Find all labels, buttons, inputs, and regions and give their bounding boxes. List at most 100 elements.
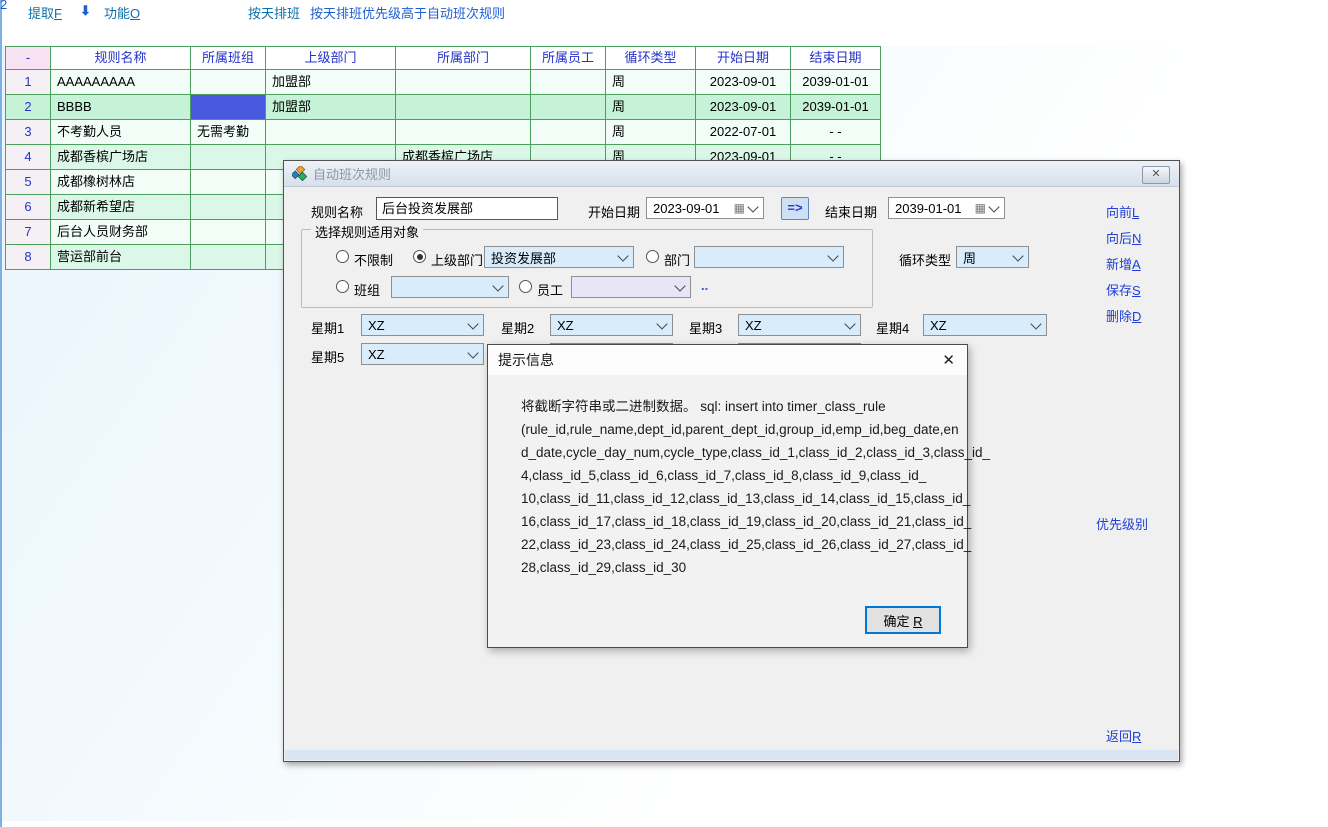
chevron-down-icon <box>617 250 628 261</box>
table-cell[interactable]: 无需考勤 <box>191 120 266 145</box>
table-cell[interactable]: 2039-01-01 <box>791 70 881 95</box>
table-cell[interactable]: 周 <box>606 120 696 145</box>
table-row[interactable]: 3 不考勤人员 无需考勤 周 2022-07-01 - - <box>6 120 881 145</box>
radio-unlimited[interactable] <box>336 250 349 263</box>
more-options-link[interactable]: .. <box>701 278 708 293</box>
row-number[interactable]: 2 <box>6 95 51 120</box>
cycle-type-select[interactable]: 周 <box>956 246 1029 268</box>
selected-cell[interactable] <box>191 95 266 120</box>
table-cell[interactable]: 加盟部 <box>266 70 396 95</box>
table-cell[interactable]: AAAAAAAAA <box>51 70 191 95</box>
week1-label: 星期1 <box>311 318 344 337</box>
row-number[interactable]: 6 <box>6 195 51 220</box>
save-link[interactable]: 保存S <box>1106 280 1141 299</box>
radio-dept-label[interactable]: 部门 <box>664 250 690 269</box>
dialog-bottom-strip <box>285 750 1178 760</box>
header-group[interactable]: 所属班组 <box>191 47 266 70</box>
radio-employee[interactable] <box>519 280 532 293</box>
table-cell[interactable]: 后台人员财务部 <box>51 220 191 245</box>
radio-parent-dept[interactable] <box>413 250 426 263</box>
radio-dept[interactable] <box>646 250 659 263</box>
week4-select[interactable]: XZ <box>923 314 1047 336</box>
table-row-selected[interactable]: 2 BBBB 加盟部 周 2023-09-01 2039-01-01 <box>6 95 881 120</box>
add-link[interactable]: 新增A <box>1106 254 1141 273</box>
prev-link[interactable]: 向前L <box>1106 202 1139 221</box>
week1-select[interactable]: XZ <box>361 314 484 336</box>
table-cell[interactable]: 成都新希望店 <box>51 195 191 220</box>
table-cell[interactable]: 周 <box>606 70 696 95</box>
row-number[interactable]: 3 <box>6 120 51 145</box>
ok-button[interactable]: 确定 R <box>865 606 941 634</box>
radio-employee-label[interactable]: 员工 <box>537 280 563 299</box>
header-end-date[interactable]: 结束日期 <box>791 47 881 70</box>
next-link[interactable]: 向后N <box>1106 228 1141 247</box>
table-cell[interactable] <box>191 245 266 270</box>
radio-unlimited-label[interactable]: 不限制 <box>354 250 393 269</box>
table-cell[interactable]: 营运部前台 <box>51 245 191 270</box>
radio-group-label[interactable]: 班组 <box>354 280 380 299</box>
table-row[interactable]: 1 AAAAAAAAA 加盟部 周 2023-09-01 2039-01-01 <box>6 70 881 95</box>
row-number[interactable]: 7 <box>6 220 51 245</box>
table-cell[interactable] <box>266 120 396 145</box>
rule-name-label: 规则名称 <box>311 202 363 221</box>
by-day-schedule-label[interactable]: 按天排班 <box>248 3 300 22</box>
table-cell[interactable] <box>396 95 531 120</box>
employee-select[interactable] <box>571 276 691 298</box>
dialog-close-button[interactable]: ✕ <box>1142 166 1170 184</box>
table-cell[interactable] <box>191 220 266 245</box>
week3-select[interactable]: XZ <box>738 314 861 336</box>
end-date-picker[interactable]: 2039-01-01 ▦ <box>888 197 1005 219</box>
table-cell[interactable] <box>191 195 266 220</box>
extract-menu[interactable]: 提取F <box>28 3 62 22</box>
week5-select[interactable]: XZ <box>361 343 484 365</box>
row-number[interactable]: 8 <box>6 245 51 270</box>
table-cell[interactable]: BBBB <box>51 95 191 120</box>
function-menu[interactable]: 功能O <box>104 3 140 22</box>
table-cell[interactable]: 2022-07-01 <box>696 120 791 145</box>
table-cell[interactable]: 不考勤人员 <box>51 120 191 145</box>
table-cell[interactable] <box>396 120 531 145</box>
priority-link[interactable]: 优先级别 <box>1096 514 1148 533</box>
header-employee[interactable]: 所属员工 <box>531 47 606 70</box>
table-cell[interactable] <box>531 120 606 145</box>
header-rule-name[interactable]: 规则名称 <box>51 47 191 70</box>
row-number[interactable]: 5 <box>6 170 51 195</box>
dept-select[interactable] <box>694 246 844 268</box>
table-cell[interactable] <box>531 95 606 120</box>
table-cell[interactable] <box>531 70 606 95</box>
table-cell[interactable]: 加盟部 <box>266 95 396 120</box>
row-number[interactable]: 1 <box>6 70 51 95</box>
header-cycle-type[interactable]: 循环类型 <box>606 47 696 70</box>
header-begin-date[interactable]: 开始日期 <box>696 47 791 70</box>
table-cell[interactable]: 2023-09-01 <box>696 95 791 120</box>
row-number[interactable]: 4 <box>6 145 51 170</box>
radio-parent-dept-label[interactable]: 上级部门 <box>431 250 483 269</box>
copy-date-button[interactable]: => <box>781 197 809 220</box>
group-select[interactable] <box>391 276 509 298</box>
parent-dept-select[interactable]: 投资发展部 <box>484 246 634 268</box>
table-cell[interactable]: 成都香槟广场店 <box>51 145 191 170</box>
top-toolbar: 2 提取F ⬇ 功能O 按天排班 按天排班优先级高于自动班次规则 <box>0 0 1328 22</box>
radio-group[interactable] <box>336 280 349 293</box>
table-cell[interactable]: 成都橡树林店 <box>51 170 191 195</box>
header-parent-dept[interactable]: 上级部门 <box>266 47 396 70</box>
header-dept[interactable]: 所属部门 <box>396 47 531 70</box>
week2-label: 星期2 <box>501 318 534 337</box>
table-cell[interactable]: 2039-01-01 <box>791 95 881 120</box>
table-cell[interactable] <box>396 70 531 95</box>
begin-date-picker[interactable]: 2023-09-01 ▦ <box>646 197 764 219</box>
table-cell[interactable] <box>191 70 266 95</box>
week2-select[interactable]: XZ <box>550 314 673 336</box>
table-cell[interactable] <box>191 145 266 170</box>
download-arrow-icon[interactable]: ⬇ <box>80 3 91 19</box>
header-index[interactable]: - <box>6 47 51 70</box>
message-box-close-icon[interactable]: ✕ <box>942 351 955 369</box>
message-box-title: 提示信息 <box>498 350 554 370</box>
table-cell[interactable]: - - <box>791 120 881 145</box>
table-cell[interactable]: 周 <box>606 95 696 120</box>
back-link[interactable]: 返回R <box>1106 726 1141 745</box>
delete-link[interactable]: 删除D <box>1106 306 1141 325</box>
rule-name-input[interactable]: 后台投资发展部 <box>376 197 558 220</box>
table-cell[interactable]: 2023-09-01 <box>696 70 791 95</box>
table-cell[interactable] <box>191 170 266 195</box>
